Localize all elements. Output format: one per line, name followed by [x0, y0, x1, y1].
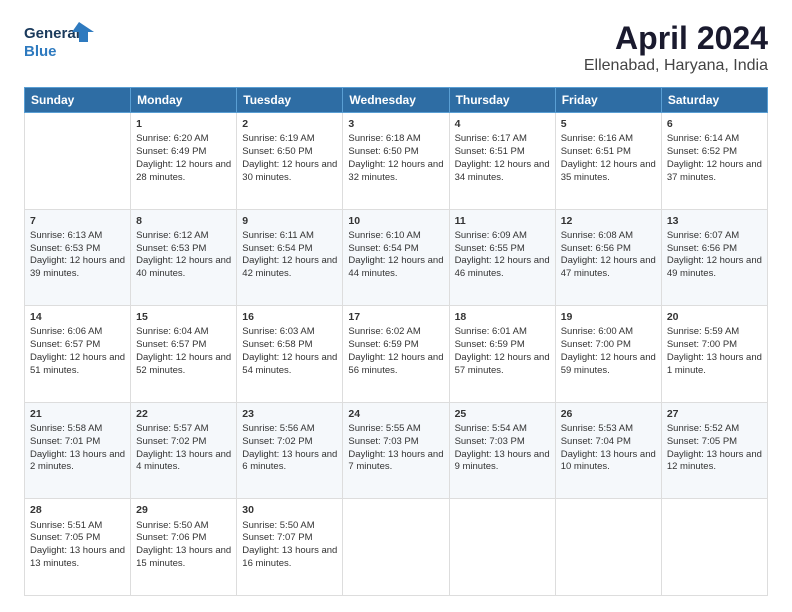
cell-1-3: 10Sunrise: 6:10 AMSunset: 6:54 PMDayligh…: [343, 209, 449, 306]
cell-4-3: [343, 499, 449, 596]
col-monday: Monday: [131, 88, 237, 113]
week-row-3: 21Sunrise: 5:58 AMSunset: 7:01 PMDayligh…: [25, 402, 768, 499]
cell-3-3: 24Sunrise: 5:55 AMSunset: 7:03 PMDayligh…: [343, 402, 449, 499]
day-number: 6: [667, 117, 762, 131]
main-title: April 2024: [584, 20, 768, 57]
cell-2-1: 15Sunrise: 6:04 AMSunset: 6:57 PMDayligh…: [131, 306, 237, 403]
day-number: 29: [136, 503, 231, 517]
cell-4-5: [555, 499, 661, 596]
day-number: 14: [30, 310, 125, 324]
cell-3-4: 25Sunrise: 5:54 AMSunset: 7:03 PMDayligh…: [449, 402, 555, 499]
cell-0-1: 1Sunrise: 6:20 AMSunset: 6:49 PMDaylight…: [131, 113, 237, 210]
week-row-2: 14Sunrise: 6:06 AMSunset: 6:57 PMDayligh…: [25, 306, 768, 403]
title-block: April 2024 Ellenabad, Haryana, India: [584, 20, 768, 75]
day-number: 15: [136, 310, 231, 324]
cell-2-6: 20Sunrise: 5:59 AMSunset: 7:00 PMDayligh…: [661, 306, 767, 403]
cell-1-5: 12Sunrise: 6:08 AMSunset: 6:56 PMDayligh…: [555, 209, 661, 306]
day-number: 13: [667, 214, 762, 228]
cell-1-4: 11Sunrise: 6:09 AMSunset: 6:55 PMDayligh…: [449, 209, 555, 306]
day-number: 30: [242, 503, 337, 517]
day-number: 22: [136, 407, 231, 421]
day-number: 3: [348, 117, 443, 131]
col-sunday: Sunday: [25, 88, 131, 113]
day-number: 1: [136, 117, 231, 131]
header-row: Sunday Monday Tuesday Wednesday Thursday…: [25, 88, 768, 113]
cell-1-0: 7Sunrise: 6:13 AMSunset: 6:53 PMDaylight…: [25, 209, 131, 306]
day-number: 16: [242, 310, 337, 324]
day-number: 11: [455, 214, 550, 228]
day-number: 25: [455, 407, 550, 421]
week-row-1: 7Sunrise: 6:13 AMSunset: 6:53 PMDaylight…: [25, 209, 768, 306]
cell-0-6: 6Sunrise: 6:14 AMSunset: 6:52 PMDaylight…: [661, 113, 767, 210]
day-number: 28: [30, 503, 125, 517]
col-friday: Friday: [555, 88, 661, 113]
day-number: 7: [30, 214, 125, 228]
svg-text:General: General: [24, 25, 80, 42]
cell-4-6: [661, 499, 767, 596]
day-number: 2: [242, 117, 337, 131]
cell-4-0: 28Sunrise: 5:51 AMSunset: 7:05 PMDayligh…: [25, 499, 131, 596]
cell-1-1: 8Sunrise: 6:12 AMSunset: 6:53 PMDaylight…: [131, 209, 237, 306]
week-row-4: 28Sunrise: 5:51 AMSunset: 7:05 PMDayligh…: [25, 499, 768, 596]
cell-2-0: 14Sunrise: 6:06 AMSunset: 6:57 PMDayligh…: [25, 306, 131, 403]
cell-3-5: 26Sunrise: 5:53 AMSunset: 7:04 PMDayligh…: [555, 402, 661, 499]
cell-1-2: 9Sunrise: 6:11 AMSunset: 6:54 PMDaylight…: [237, 209, 343, 306]
cell-2-4: 18Sunrise: 6:01 AMSunset: 6:59 PMDayligh…: [449, 306, 555, 403]
col-wednesday: Wednesday: [343, 88, 449, 113]
cell-4-1: 29Sunrise: 5:50 AMSunset: 7:06 PMDayligh…: [131, 499, 237, 596]
logo-svg: GeneralBlue: [24, 20, 94, 62]
day-number: 4: [455, 117, 550, 131]
calendar-table: Sunday Monday Tuesday Wednesday Thursday…: [24, 87, 768, 596]
logo: GeneralBlue: [24, 20, 94, 62]
day-number: 27: [667, 407, 762, 421]
day-number: 26: [561, 407, 656, 421]
cell-4-2: 30Sunrise: 5:50 AMSunset: 7:07 PMDayligh…: [237, 499, 343, 596]
header: GeneralBlue April 2024 Ellenabad, Haryan…: [24, 20, 768, 75]
day-number: 24: [348, 407, 443, 421]
col-thursday: Thursday: [449, 88, 555, 113]
cell-0-2: 2Sunrise: 6:19 AMSunset: 6:50 PMDaylight…: [237, 113, 343, 210]
col-tuesday: Tuesday: [237, 88, 343, 113]
day-number: 8: [136, 214, 231, 228]
day-number: 19: [561, 310, 656, 324]
day-number: 18: [455, 310, 550, 324]
cell-3-1: 22Sunrise: 5:57 AMSunset: 7:02 PMDayligh…: [131, 402, 237, 499]
cell-4-4: [449, 499, 555, 596]
cell-3-0: 21Sunrise: 5:58 AMSunset: 7:01 PMDayligh…: [25, 402, 131, 499]
day-number: 12: [561, 214, 656, 228]
cell-3-6: 27Sunrise: 5:52 AMSunset: 7:05 PMDayligh…: [661, 402, 767, 499]
day-number: 9: [242, 214, 337, 228]
subtitle: Ellenabad, Haryana, India: [584, 57, 768, 75]
calendar-body: 1Sunrise: 6:20 AMSunset: 6:49 PMDaylight…: [25, 113, 768, 596]
cell-0-3: 3Sunrise: 6:18 AMSunset: 6:50 PMDaylight…: [343, 113, 449, 210]
page: GeneralBlue April 2024 Ellenabad, Haryan…: [0, 0, 792, 612]
cell-3-2: 23Sunrise: 5:56 AMSunset: 7:02 PMDayligh…: [237, 402, 343, 499]
cell-0-4: 4Sunrise: 6:17 AMSunset: 6:51 PMDaylight…: [449, 113, 555, 210]
day-number: 23: [242, 407, 337, 421]
svg-text:Blue: Blue: [24, 43, 57, 60]
cell-0-5: 5Sunrise: 6:16 AMSunset: 6:51 PMDaylight…: [555, 113, 661, 210]
day-number: 21: [30, 407, 125, 421]
col-saturday: Saturday: [661, 88, 767, 113]
day-number: 17: [348, 310, 443, 324]
cell-0-0: [25, 113, 131, 210]
cell-1-6: 13Sunrise: 6:07 AMSunset: 6:56 PMDayligh…: [661, 209, 767, 306]
day-number: 10: [348, 214, 443, 228]
cell-2-3: 17Sunrise: 6:02 AMSunset: 6:59 PMDayligh…: [343, 306, 449, 403]
cell-2-2: 16Sunrise: 6:03 AMSunset: 6:58 PMDayligh…: [237, 306, 343, 403]
day-number: 20: [667, 310, 762, 324]
day-number: 5: [561, 117, 656, 131]
week-row-0: 1Sunrise: 6:20 AMSunset: 6:49 PMDaylight…: [25, 113, 768, 210]
cell-2-5: 19Sunrise: 6:00 AMSunset: 7:00 PMDayligh…: [555, 306, 661, 403]
